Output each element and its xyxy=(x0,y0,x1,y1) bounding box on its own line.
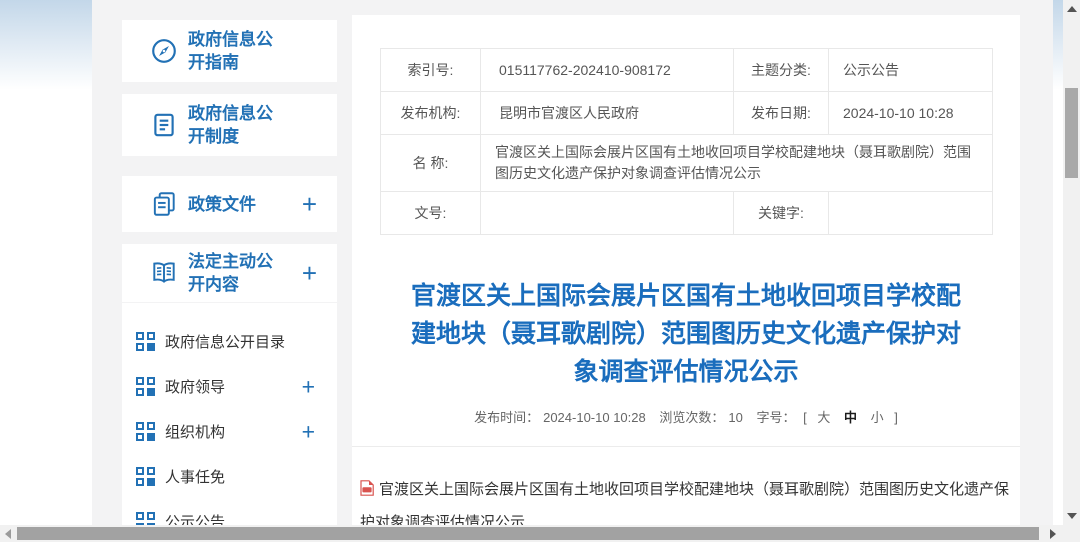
sidebar-item-label: 政府信息公开指南 xyxy=(188,28,280,74)
document-icon xyxy=(150,111,180,139)
sidebar-item-organizations[interactable]: 组织机构 + xyxy=(122,409,337,454)
sidebar-item-statutory-disclosure[interactable]: 法定主动公开内容 + xyxy=(122,244,337,302)
grid-icon xyxy=(136,467,155,486)
horizontal-scrollbar[interactable] xyxy=(0,525,1080,542)
vertical-scrollbar-thumb[interactable] xyxy=(1065,88,1078,178)
vertical-scrollbar[interactable] xyxy=(1063,0,1080,525)
scroll-right-arrow-icon[interactable] xyxy=(1050,529,1056,539)
book-icon xyxy=(150,259,180,287)
scroll-up-arrow-icon[interactable] xyxy=(1067,6,1077,12)
sidebar-item-system[interactable]: 政府信息公开制度 xyxy=(122,94,337,156)
keyword-value xyxy=(829,192,993,235)
sidebar-item-policy-files[interactable]: 政策文件 + xyxy=(122,176,337,232)
document-meta-table: 索引号: 015117762-202410-908172 主题分类: 公示公告 … xyxy=(380,48,993,235)
publish-date-value: 2024-10-10 10:28 xyxy=(829,92,993,135)
attachment-link-text: 官渡区关上国际会展片区国有土地收回项目学校配建地块（聂耳歌剧院）范围图历史文化遗… xyxy=(360,481,1009,531)
grid-icon xyxy=(136,377,155,396)
pdf-file-icon xyxy=(360,480,374,496)
publish-date-label: 发布日期: xyxy=(734,92,829,135)
sidebar-item-label: 组织机构 xyxy=(165,421,225,442)
sidebar-item-label: 政策文件 xyxy=(188,193,280,216)
font-size-small-button[interactable]: 小 xyxy=(871,410,884,425)
font-size-large-button[interactable]: 大 xyxy=(817,410,830,425)
sidebar-item-label: 人事任免 xyxy=(165,466,225,487)
doc-number-value xyxy=(481,192,734,235)
page: 政府信息公开指南 政府信息公开制度 政策文件 + xyxy=(0,0,1080,542)
compass-icon xyxy=(150,37,180,65)
keyword-label: 关键字: xyxy=(734,192,829,235)
sidebar-menu: 政府信息公开目录 政府领导 + 组织机构 + 人事任免 公示公告 xyxy=(122,303,337,542)
expand-plus-icon[interactable]: + xyxy=(302,260,317,286)
name-label: 名 称: xyxy=(381,135,481,192)
expand-plus-icon[interactable]: + xyxy=(302,420,315,443)
copy-icon xyxy=(150,190,180,218)
scroll-left-arrow-icon[interactable] xyxy=(5,529,11,539)
table-row: 文号: 关键字: xyxy=(381,192,993,235)
sidebar-item-personnel[interactable]: 人事任免 xyxy=(122,454,337,499)
scroll-down-arrow-icon[interactable] xyxy=(1067,513,1077,519)
index-number-label: 索引号: xyxy=(381,49,481,92)
font-size-label: 字号： xyxy=(756,410,795,425)
bracket-open: [ xyxy=(803,410,807,425)
sidebar-item-guide[interactable]: 政府信息公开指南 xyxy=(122,20,337,82)
sidebar-item-gov-leaders[interactable]: 政府领导 + xyxy=(122,364,337,409)
expand-plus-icon[interactable]: + xyxy=(302,375,315,398)
font-size-medium-button[interactable]: 中 xyxy=(844,410,857,425)
topic-category-value: 公示公告 xyxy=(829,49,993,92)
publish-time-value: 2024-10-10 10:28 xyxy=(543,410,646,425)
table-row: 名 称: 官渡区关上国际会展片区国有土地收回项目学校配建地块（聂耳歌剧院）范围图… xyxy=(381,135,993,192)
horizontal-scrollbar-thumb[interactable] xyxy=(17,527,1039,540)
grid-icon xyxy=(136,332,155,351)
sidebar-item-label: 政府信息公开目录 xyxy=(165,331,285,352)
publisher-value: 昆明市官渡区人民政府 xyxy=(481,92,734,135)
page-title: 官渡区关上国际会展片区国有土地收回项目学校配建地块（聂耳歌剧院）范围图历史文化遗… xyxy=(406,277,966,391)
sidebar-item-label: 政府领导 xyxy=(165,376,225,397)
publish-time-label: 发布时间： xyxy=(474,410,539,425)
doc-number-label: 文号: xyxy=(381,192,481,235)
sidebar-item-label: 政府信息公开制度 xyxy=(188,102,280,148)
table-row: 发布机构: 昆明市官渡区人民政府 发布日期: 2024-10-10 10:28 xyxy=(381,92,993,135)
index-number-value: 015117762-202410-908172 xyxy=(481,49,734,92)
grid-icon xyxy=(136,422,155,441)
table-row: 索引号: 015117762-202410-908172 主题分类: 公示公告 xyxy=(381,49,993,92)
article-meta: 发布时间：2024-10-10 10:28 浏览次数：10 字号： [ 大 中 … xyxy=(352,407,1020,426)
sidebar-item-label: 法定主动公开内容 xyxy=(188,250,280,296)
publisher-label: 发布机构: xyxy=(381,92,481,135)
content-divider xyxy=(352,446,1020,447)
article-panel: 索引号: 015117762-202410-908172 主题分类: 公示公告 … xyxy=(352,15,1020,542)
views-value: 10 xyxy=(728,410,742,425)
expand-plus-icon[interactable]: + xyxy=(302,191,317,217)
sidebar-item-info-directory[interactable]: 政府信息公开目录 xyxy=(122,319,337,364)
topic-category-label: 主题分类: xyxy=(734,49,829,92)
bracket-close: ] xyxy=(894,410,898,425)
name-value: 官渡区关上国际会展片区国有土地收回项目学校配建地块（聂耳歌剧院）范围图历史文化遗… xyxy=(481,135,993,192)
views-label: 浏览次数： xyxy=(659,410,724,425)
